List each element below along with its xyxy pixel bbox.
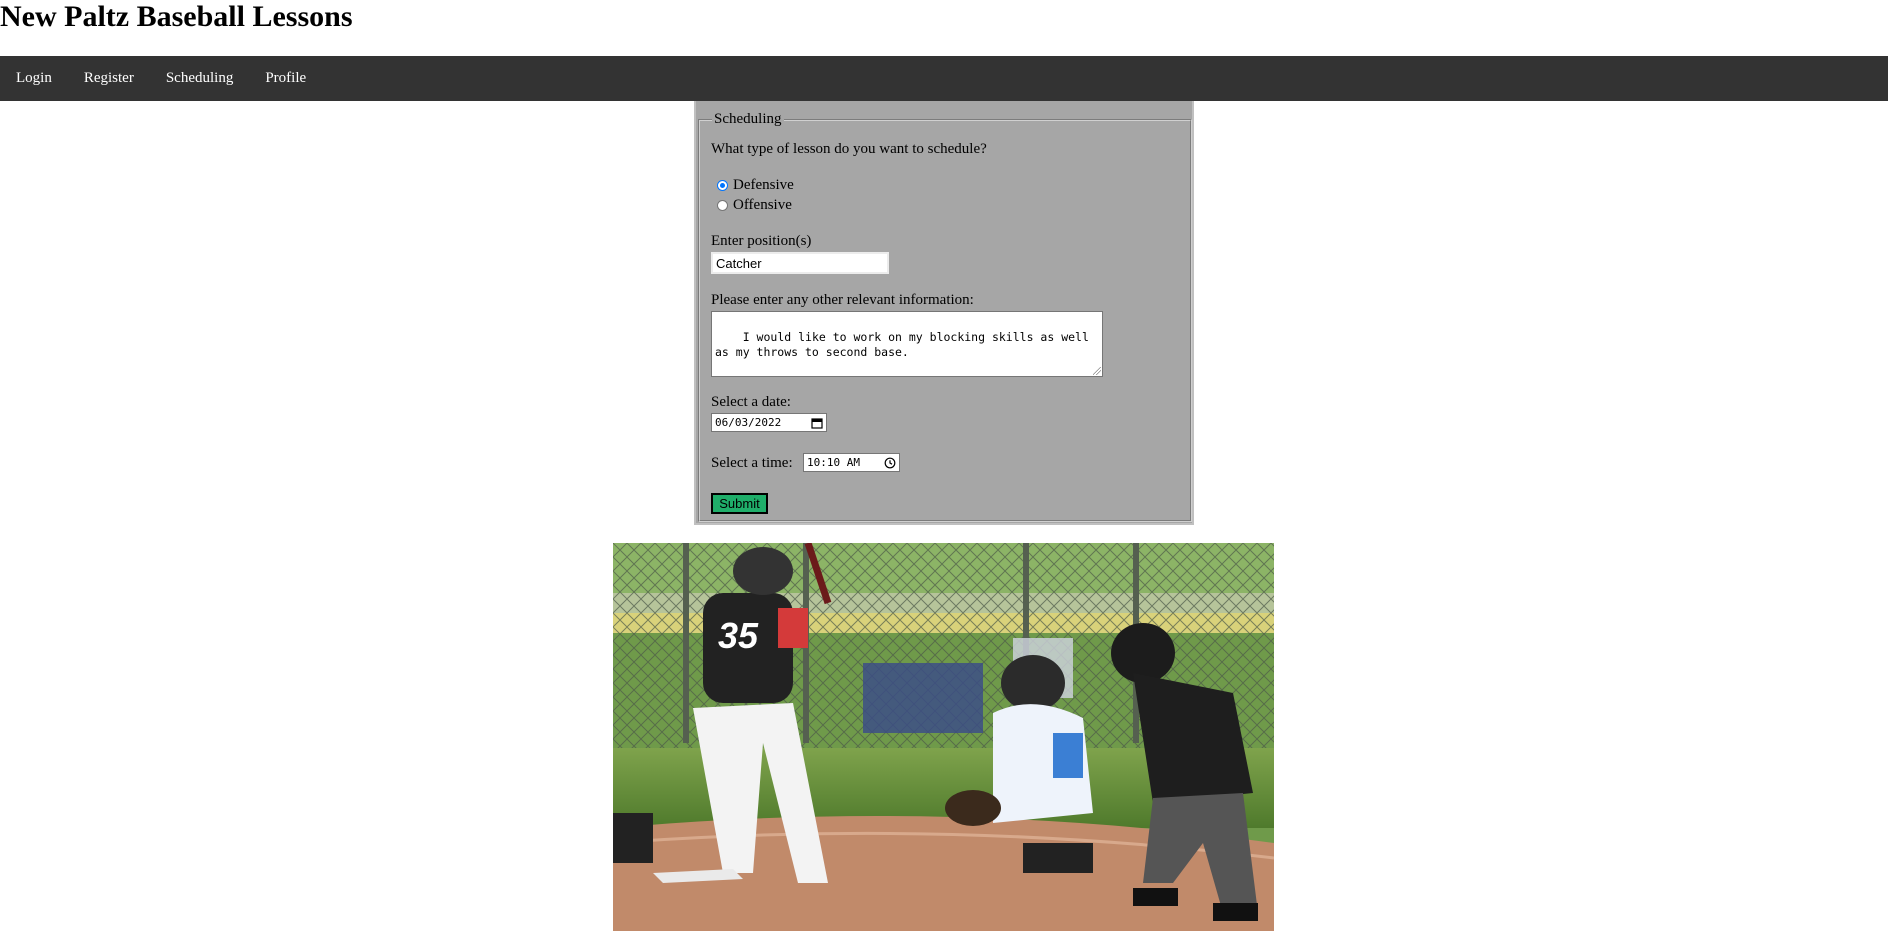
nav-profile[interactable]: Profile [249,56,322,101]
radio-offensive[interactable]: Offensive [717,197,792,214]
scheduling-form: Scheduling What type of lesson do you wa… [694,101,1194,525]
submit-button[interactable]: Submit [711,493,768,514]
radio-defensive[interactable]: Defensive [717,177,794,194]
baseball-photo-illustration: 35 [613,543,1274,931]
info-textarea-value: I would like to work on my blocking skil… [715,330,1089,359]
radio-offensive-button[interactable] [717,200,728,211]
svg-text:35: 35 [718,615,759,656]
position-input[interactable]: Catcher [711,252,889,274]
position-label: Enter position(s) [711,233,812,249]
clock-icon[interactable] [884,457,896,469]
time-value: 10:10 AM [807,456,860,469]
navbar: Login Register Scheduling Profile [0,56,1888,101]
radio-offensive-label: Offensive [733,197,792,213]
radio-defensive-button[interactable] [717,180,728,191]
nav-login[interactable]: Login [0,56,68,101]
nav-scheduling[interactable]: Scheduling [150,56,250,101]
radio-defensive-label: Defensive [733,177,794,193]
resize-grip-icon[interactable] [1093,367,1101,375]
date-label: Select a date: [711,394,791,410]
fieldset-legend: Scheduling [714,111,782,127]
nav-register[interactable]: Register [68,56,150,101]
lesson-type-question: What type of lesson do you want to sched… [711,141,987,157]
site-title: New Paltz Baseball Lessons [0,0,353,33]
baseball-photo: 35 [613,543,1274,931]
info-textarea[interactable]: I would like to work on my blocking skil… [711,311,1103,377]
time-input[interactable]: 10:10 AM [803,453,900,472]
calendar-icon[interactable] [811,417,823,429]
date-input[interactable]: 06/03/2022 [711,413,827,432]
date-value: 06/03/2022 [715,416,782,429]
time-label: Select a time: [711,455,793,471]
info-label: Please enter any other relevant informat… [711,292,974,308]
